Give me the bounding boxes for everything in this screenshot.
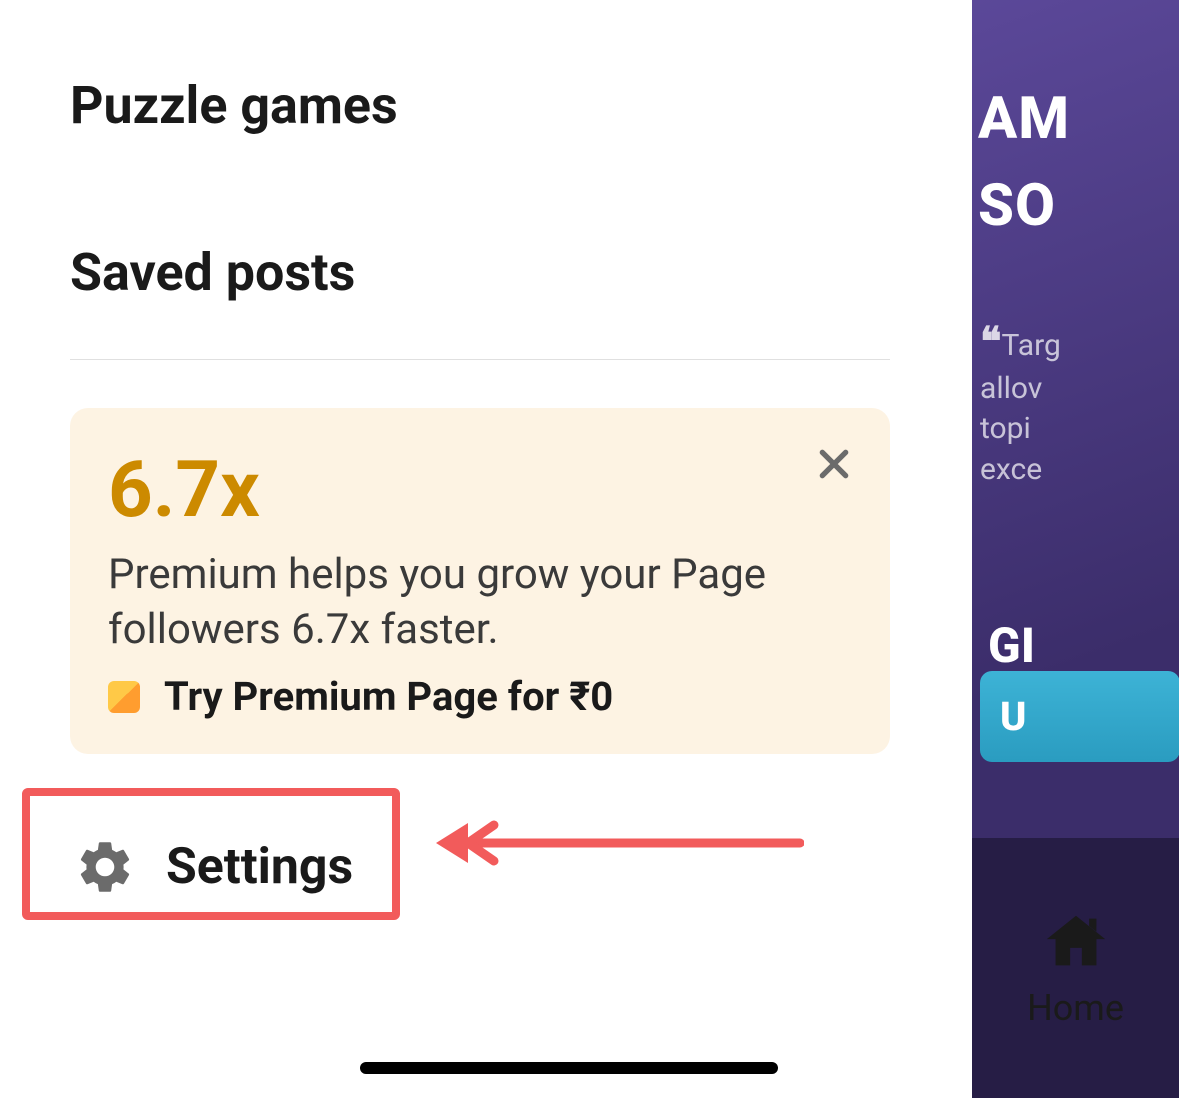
promo-stat: 6.7x xyxy=(108,452,852,530)
home-label[interactable]: Home xyxy=(1027,987,1124,1029)
premium-promo-card[interactable]: 6.7x Premium helps you grow your Page fo… xyxy=(70,408,890,754)
side-heading-line1: AM xyxy=(978,85,1070,153)
content-area: Puzzle games Saved posts 6.7x Premium he… xyxy=(0,0,960,922)
menu-item-saved-posts[interactable]: Saved posts xyxy=(70,192,890,359)
close-button[interactable] xyxy=(810,440,858,488)
promo-description: Premium helps you grow your Page followe… xyxy=(108,548,852,657)
gear-icon xyxy=(74,836,136,898)
premium-badge-icon xyxy=(108,681,140,713)
home-indicator xyxy=(360,1062,778,1074)
main-panel: Puzzle games Saved posts 6.7x Premium he… xyxy=(0,0,960,1098)
promo-cta-text: Try Premium Page for ₹0 xyxy=(164,673,613,720)
bottom-nav: Home xyxy=(972,838,1179,1098)
side-heading-line2: SO xyxy=(978,169,1179,244)
side-quote-line4: exce xyxy=(980,452,1042,487)
close-icon xyxy=(814,444,854,484)
settings-button[interactable]: Settings xyxy=(70,812,890,922)
side-cta-button[interactable]: U xyxy=(980,671,1179,762)
divider xyxy=(70,359,890,360)
settings-label: Settings xyxy=(166,838,353,896)
home-icon[interactable] xyxy=(1041,907,1111,981)
menu-item-puzzle-games[interactable]: Puzzle games xyxy=(70,0,890,192)
side-heading: AM SO xyxy=(972,82,1179,245)
side-quote: ❝Targ allov topi exce xyxy=(972,315,1179,491)
side-gi-text: GI xyxy=(988,617,1035,674)
quote-mark-icon: ❝ xyxy=(980,318,1002,365)
side-quote-line2: allov xyxy=(980,371,1042,406)
side-quote-line3: topi xyxy=(980,411,1031,446)
side-quote-line1: Targ xyxy=(1002,328,1061,363)
promo-cta-row[interactable]: Try Premium Page for ₹0 xyxy=(108,673,852,720)
side-promo-content: AM SO ❝Targ allov topi exce GI U xyxy=(972,0,1179,838)
